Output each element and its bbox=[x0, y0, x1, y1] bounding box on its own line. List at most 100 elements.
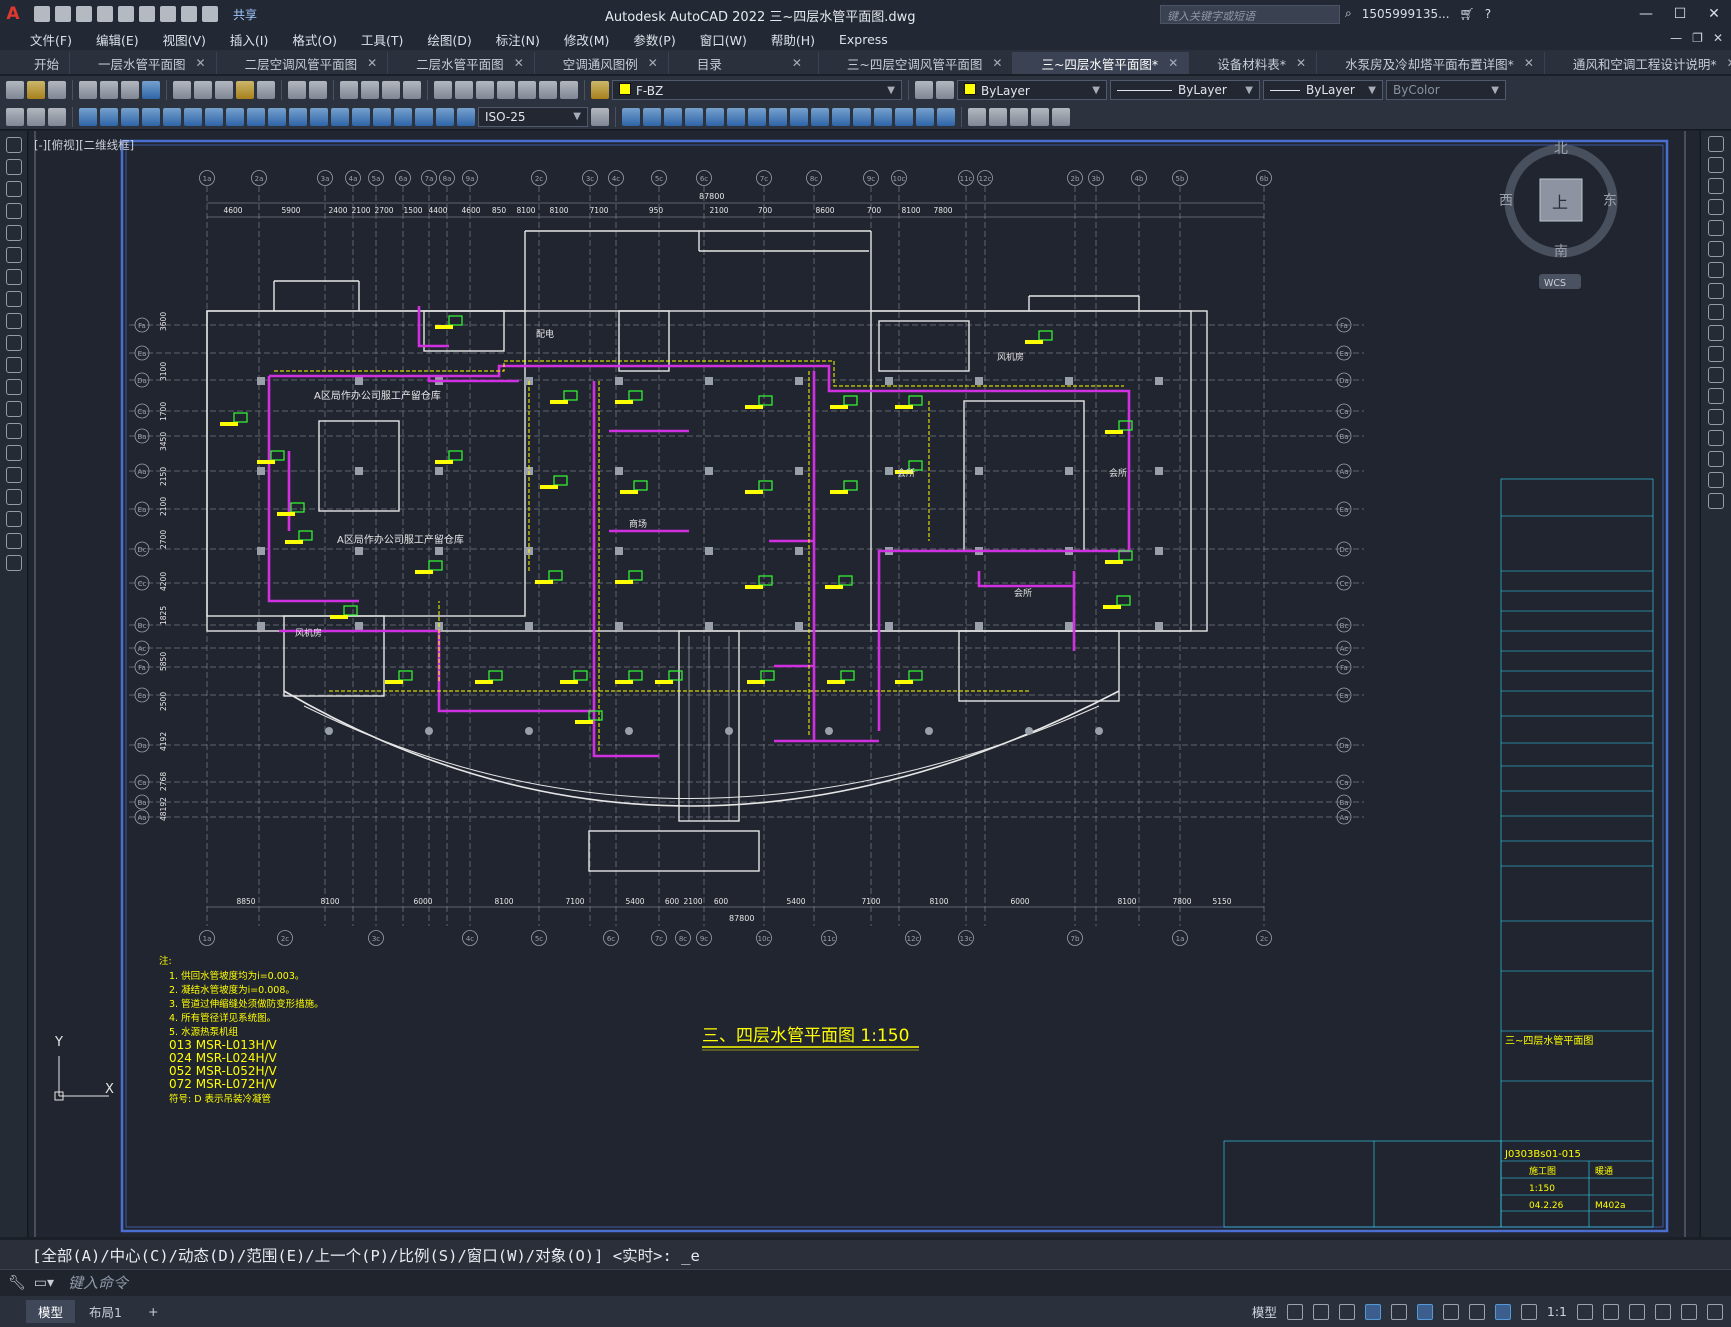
ortho-icon[interactable] bbox=[1338, 1303, 1355, 1320]
menu-express[interactable]: Express bbox=[827, 32, 900, 47]
break-icon[interactable] bbox=[853, 107, 871, 126]
close-tab-icon[interactable]: ✕ bbox=[1168, 56, 1178, 70]
dimension-update-icon[interactable] bbox=[457, 107, 475, 126]
extend-icon[interactable] bbox=[832, 107, 850, 126]
hardware-acceleration-icon[interactable] bbox=[1655, 1303, 1671, 1320]
redo-icon[interactable] bbox=[309, 81, 327, 99]
close-button[interactable]: ✕ bbox=[1697, 0, 1731, 28]
search-input[interactable]: 键入关键字或短语 bbox=[1160, 5, 1340, 24]
units-icon[interactable] bbox=[1629, 1303, 1645, 1320]
erase-icon[interactable] bbox=[622, 107, 640, 126]
stretch-icon[interactable] bbox=[1708, 304, 1724, 320]
tab-file[interactable]: 三~四层空调风管平面图 ✕ bbox=[819, 52, 1014, 74]
explode-icon[interactable] bbox=[937, 107, 955, 126]
angular-icon[interactable] bbox=[226, 107, 244, 126]
save-icon[interactable] bbox=[76, 6, 92, 22]
linear-dimension-icon[interactable] bbox=[79, 107, 97, 126]
auto-scale-icon[interactable] bbox=[1520, 1303, 1537, 1320]
fillet-icon[interactable] bbox=[916, 107, 934, 126]
hatch-back-icon[interactable] bbox=[1052, 107, 1070, 126]
tab-file[interactable]: 水泵房及冷却塔平面布置详图* ✕ bbox=[1317, 52, 1545, 74]
join-icon[interactable] bbox=[1708, 409, 1724, 425]
object-track-icon[interactable] bbox=[1442, 1303, 1459, 1320]
extend-icon[interactable] bbox=[1708, 346, 1724, 362]
polyline-icon[interactable] bbox=[6, 181, 22, 197]
linetype-dropdown[interactable]: ByLayer ▼ bbox=[1110, 80, 1260, 100]
tab-file[interactable]: 目录 ✕ bbox=[669, 52, 819, 74]
bring-front-icon[interactable] bbox=[989, 107, 1007, 126]
blend-icon[interactable] bbox=[1708, 472, 1724, 488]
customize-icon[interactable]: 🔧︎ bbox=[8, 1275, 26, 1291]
minimize-button[interactable]: — bbox=[1629, 0, 1663, 28]
doc-minimize-icon[interactable]: — bbox=[1670, 31, 1682, 45]
tab-file[interactable]: 设备材料表* ✕ bbox=[1189, 52, 1318, 74]
rotate-icon[interactable] bbox=[748, 107, 766, 126]
autocad-logo-icon[interactable]: A bbox=[0, 0, 26, 28]
chamfer-icon[interactable] bbox=[895, 107, 913, 126]
baseline-icon[interactable] bbox=[268, 107, 286, 126]
inspection-icon[interactable] bbox=[394, 107, 412, 126]
menu-modify[interactable]: 修改(M) bbox=[552, 30, 622, 49]
menu-format[interactable]: 格式(O) bbox=[280, 30, 349, 49]
close-tab-icon[interactable]: ✕ bbox=[514, 56, 524, 70]
hatch-icon[interactable] bbox=[6, 445, 22, 461]
calculator-icon[interactable] bbox=[539, 81, 557, 99]
zoom-previous-icon[interactable] bbox=[403, 81, 421, 99]
rotate-icon[interactable] bbox=[1708, 262, 1724, 278]
radius-icon[interactable] bbox=[163, 107, 181, 126]
explode-icon[interactable] bbox=[1708, 493, 1724, 509]
recent-commands-icon[interactable]: ▭▾ bbox=[34, 1275, 54, 1291]
tab-file[interactable]: 一层水管平面图 ✕ bbox=[70, 52, 217, 74]
insert-block-icon[interactable] bbox=[6, 379, 22, 395]
maximize-button[interactable]: ☐ bbox=[1663, 0, 1697, 28]
point-icon[interactable] bbox=[6, 423, 22, 439]
menu-parametric[interactable]: 参数(P) bbox=[621, 30, 687, 49]
user-account[interactable]: 1505999135... bbox=[1362, 7, 1450, 21]
polar-icon[interactable] bbox=[1364, 1303, 1381, 1320]
break-point-icon[interactable] bbox=[1708, 367, 1724, 383]
menu-help[interactable]: 帮助(H) bbox=[759, 30, 827, 49]
close-tab-icon[interactable]: ✕ bbox=[648, 56, 658, 70]
add-selected-icon[interactable] bbox=[6, 555, 22, 571]
model-space-button[interactable]: 模型 bbox=[1252, 1302, 1277, 1321]
open-icon[interactable] bbox=[27, 81, 45, 99]
arc-length-icon[interactable] bbox=[121, 107, 139, 126]
command-input[interactable] bbox=[68, 1274, 1569, 1292]
diameter-icon[interactable] bbox=[205, 107, 223, 126]
viewcube-south[interactable]: 南 bbox=[1554, 244, 1568, 260]
save-web-icon[interactable] bbox=[139, 6, 155, 22]
menu-window[interactable]: 窗口(W) bbox=[688, 30, 759, 49]
draw-order-icon[interactable] bbox=[968, 107, 986, 126]
viewcube-east[interactable]: 东 bbox=[1603, 193, 1617, 209]
lineweight-dropdown[interactable]: ByLayer ▼ bbox=[1263, 80, 1383, 100]
menu-draw[interactable]: 绘图(D) bbox=[415, 30, 483, 49]
dimension-style-icon[interactable] bbox=[27, 107, 45, 126]
close-tab-icon[interactable]: ✕ bbox=[1727, 56, 1731, 70]
dimstyle-manager-icon[interactable] bbox=[591, 107, 609, 126]
offset-icon[interactable] bbox=[1708, 199, 1724, 215]
array-icon[interactable] bbox=[1708, 220, 1724, 236]
viewcube[interactable]: 上 北 南 东 西 WCS bbox=[1499, 141, 1618, 289]
mirror-icon[interactable] bbox=[664, 107, 682, 126]
wcs-menu[interactable]: WCS bbox=[1544, 278, 1566, 289]
tolerance-icon[interactable] bbox=[352, 107, 370, 126]
close-tab-icon[interactable]: ✕ bbox=[1524, 56, 1534, 70]
layout-tab-layout1[interactable]: 布局1 bbox=[77, 1300, 134, 1323]
menu-edit[interactable]: 编辑(E) bbox=[84, 30, 151, 49]
tab-file-active[interactable]: 三~四层水管平面图* ✕ bbox=[1013, 52, 1190, 74]
copy-icon[interactable] bbox=[1708, 157, 1724, 173]
pan-icon[interactable] bbox=[340, 81, 358, 99]
menu-file[interactable]: 文件(F) bbox=[18, 30, 84, 49]
close-tab-icon[interactable]: ✕ bbox=[367, 56, 377, 70]
search-icon[interactable]: ⌕ bbox=[1345, 6, 1352, 21]
menu-tools[interactable]: 工具(T) bbox=[349, 30, 415, 49]
fillet-icon[interactable] bbox=[1708, 451, 1724, 467]
line-icon[interactable] bbox=[6, 137, 22, 153]
new-icon[interactable] bbox=[6, 81, 24, 99]
clean-screen-icon[interactable] bbox=[1681, 1303, 1697, 1320]
rectangle-icon[interactable] bbox=[6, 225, 22, 241]
lineweight-icon[interactable] bbox=[1468, 1303, 1485, 1320]
trim-icon[interactable] bbox=[1708, 325, 1724, 341]
tab-file[interactable]: 空调通风图例 ✕ bbox=[535, 52, 669, 74]
copy-icon[interactable] bbox=[194, 81, 212, 99]
